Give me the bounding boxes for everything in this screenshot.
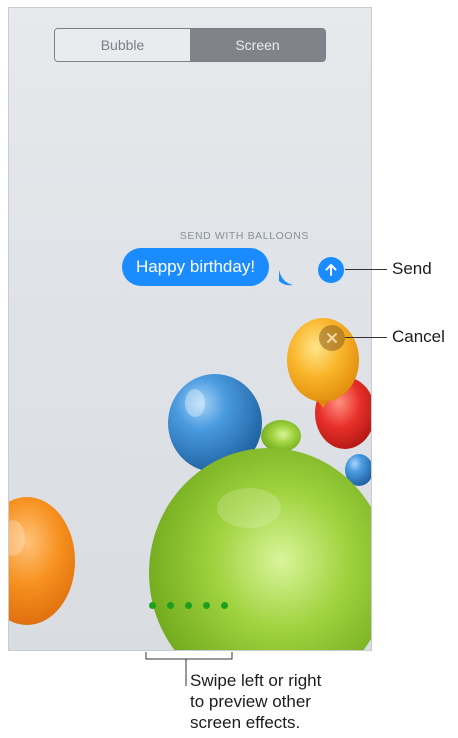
- bubble-tail: [279, 270, 293, 286]
- swipe-callout-label: Swipe left or right to preview other scr…: [190, 671, 322, 732]
- send-callout-label: Send: [392, 259, 432, 278]
- page-dot[interactable]: [149, 602, 156, 609]
- arrow-up-icon: [325, 264, 337, 276]
- cancel-button[interactable]: [319, 325, 345, 351]
- phone-screen: Bubble Screen SEND WITH BALLOONS Happy b…: [8, 7, 372, 651]
- page-dot[interactable]: [203, 602, 210, 609]
- send-callout-line: [345, 269, 387, 270]
- message-bubble: Happy birthday!: [122, 248, 270, 286]
- page-dots: [149, 602, 228, 609]
- cancel-callout-label: Cancel: [392, 327, 445, 346]
- effect-title: SEND WITH BALLOONS: [179, 230, 309, 242]
- send-button[interactable]: [318, 257, 344, 283]
- close-icon: [327, 333, 337, 343]
- page-dot[interactable]: [185, 602, 192, 609]
- balloons-effect-illustration: [9, 318, 371, 650]
- page-dot[interactable]: [221, 602, 228, 609]
- page-dot[interactable]: [167, 602, 174, 609]
- cancel-callout-line: [345, 337, 387, 338]
